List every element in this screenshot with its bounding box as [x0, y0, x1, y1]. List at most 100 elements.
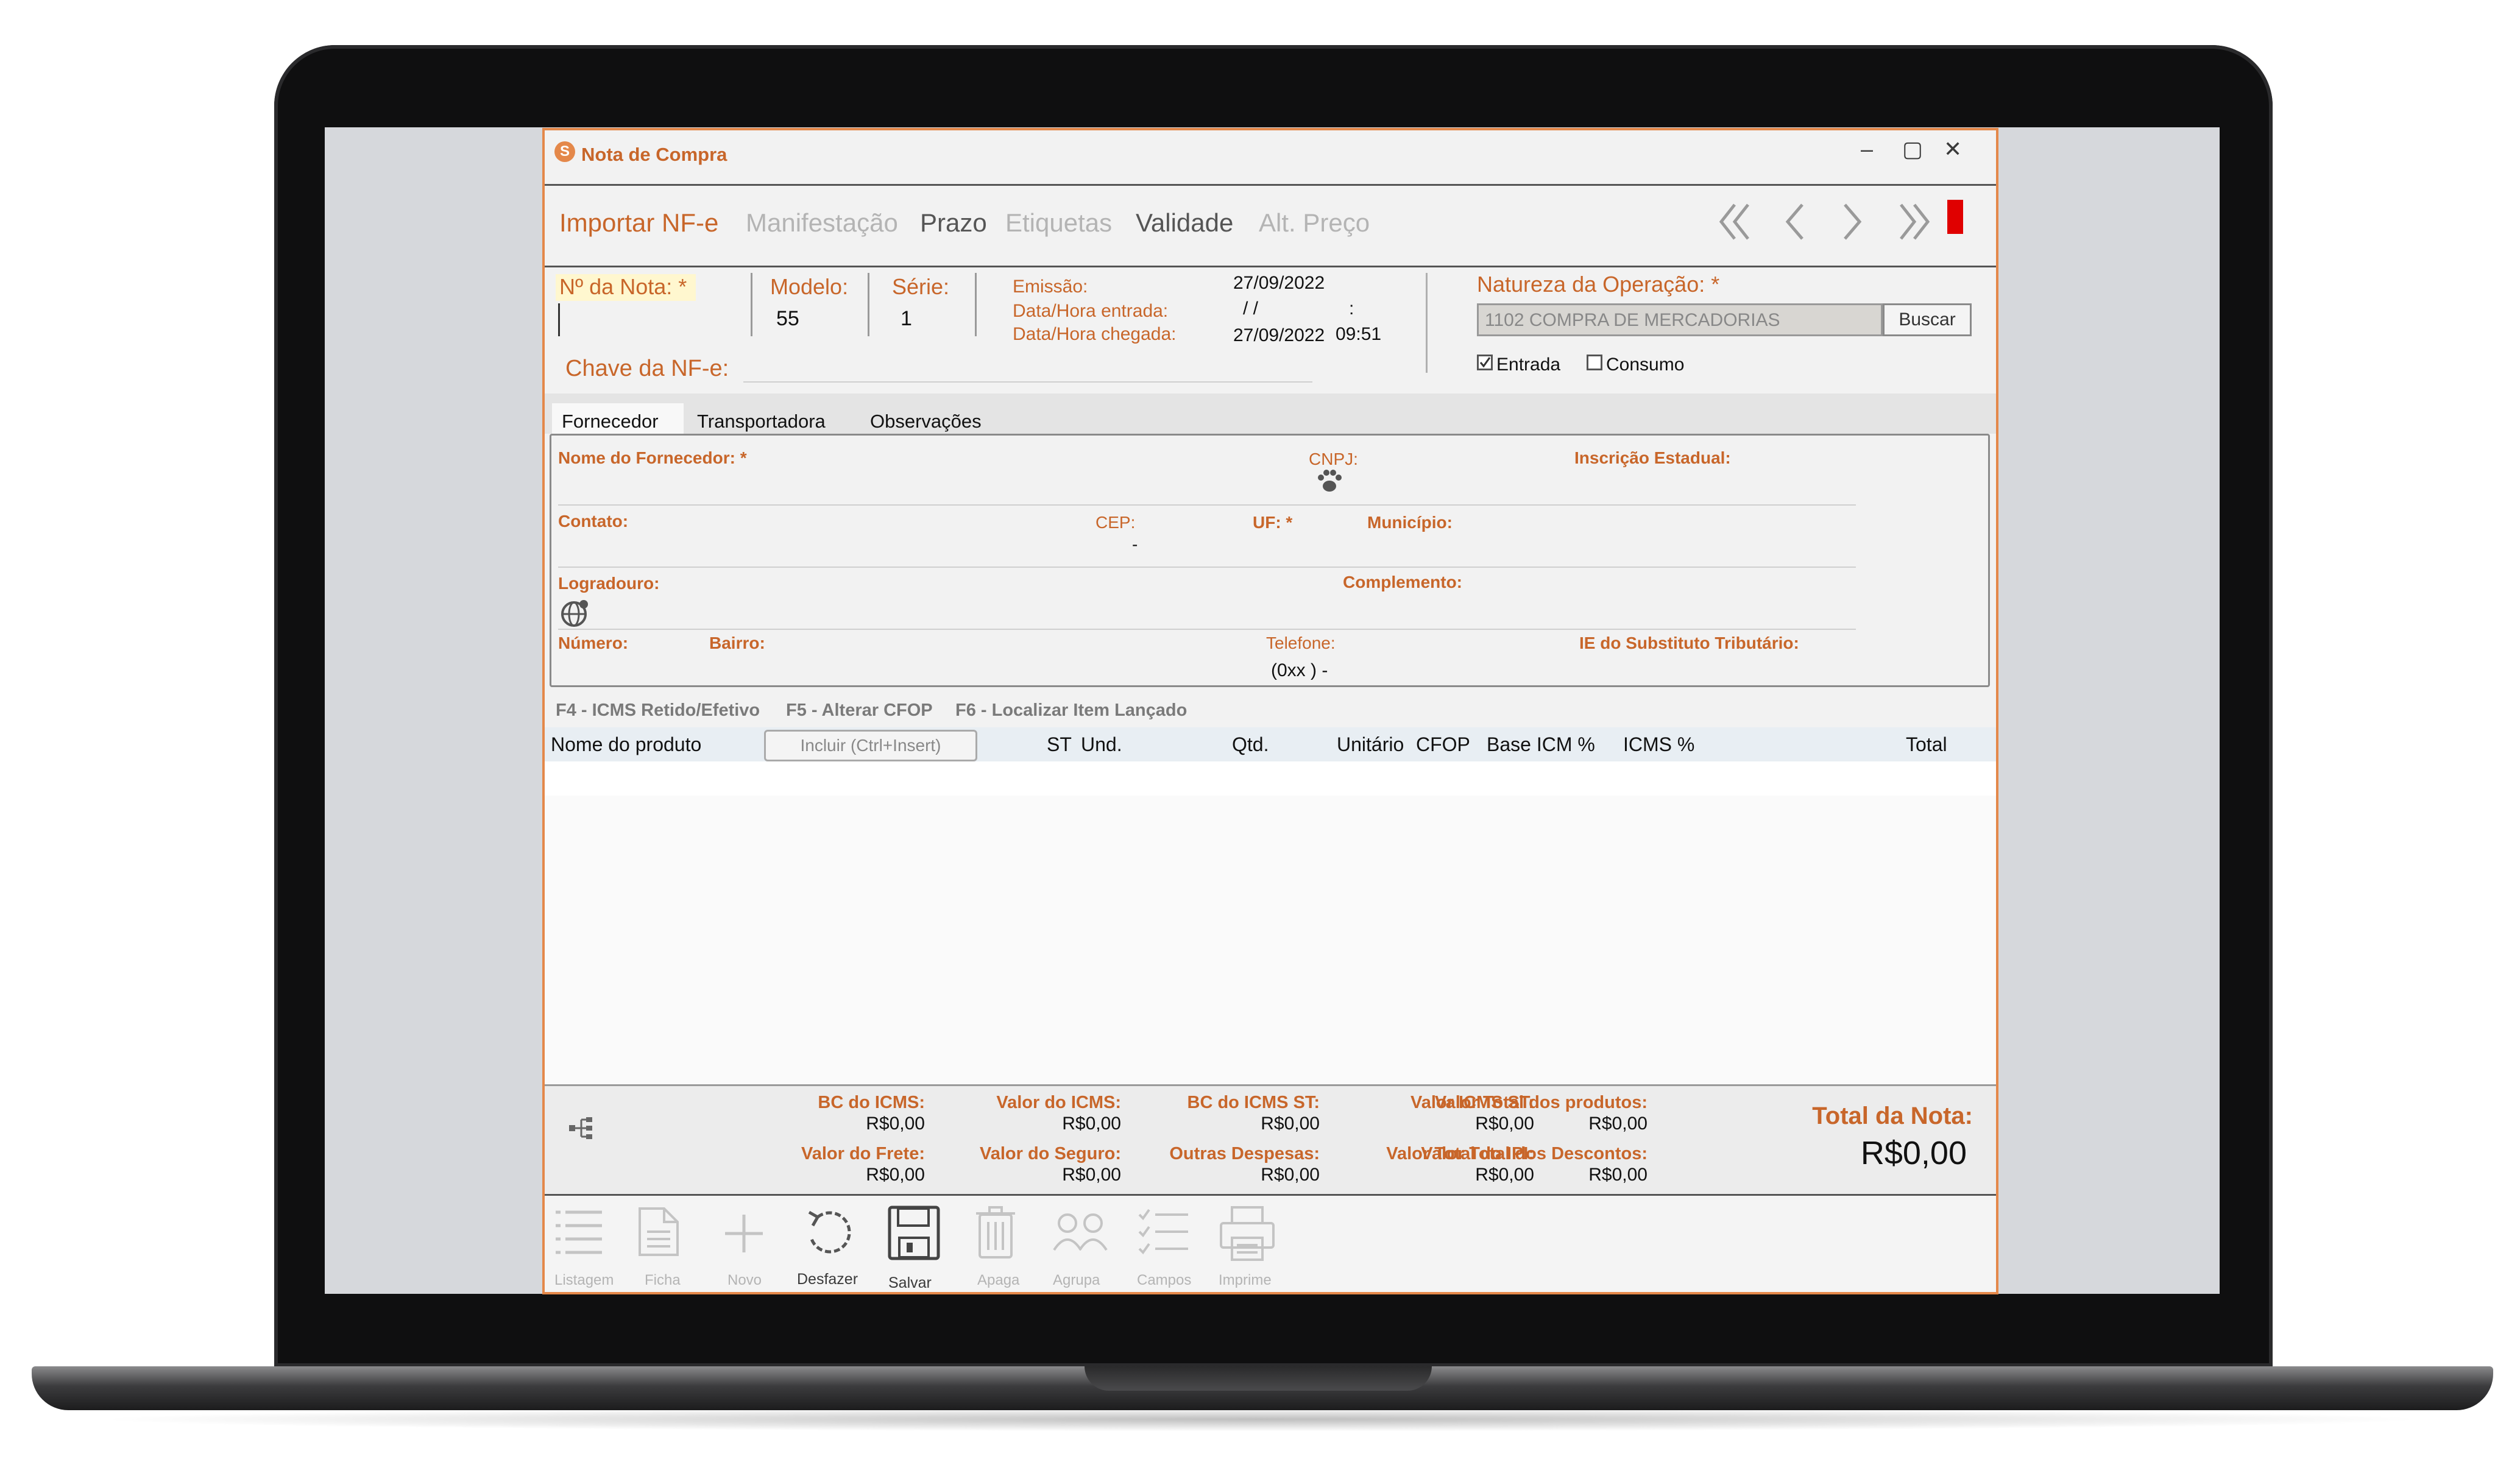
descontos-label: Valor Total dos Descontos: — [1421, 1144, 1648, 1163]
uf-label: UF: * — [1253, 513, 1293, 532]
maximize-icon[interactable]: ▢ — [1902, 136, 1923, 162]
next-record-icon[interactable] — [1841, 202, 1866, 241]
emissao-input[interactable]: 27/09/2022 — [1233, 273, 1325, 294]
contato-label: Contato: — [558, 512, 629, 531]
nome-fornecedor-input[interactable] — [558, 504, 1856, 506]
listagem-button[interactable]: Listagem — [547, 1204, 614, 1289]
total-nota-value: R$0,00 — [1860, 1135, 1967, 1171]
contato-input[interactable] — [558, 567, 1856, 568]
paw-icon[interactable] — [1316, 469, 1343, 493]
last-record-icon[interactable] — [1897, 202, 1934, 241]
col-cfop: CFOP — [1416, 733, 1470, 755]
tab-transportadora[interactable]: Transportadora — [697, 411, 826, 432]
listagem-label: Listagem — [554, 1272, 614, 1288]
frete-value: R$0,00 — [866, 1165, 925, 1185]
telefone-input[interactable]: (0xx ) - — [1271, 660, 1328, 681]
tree-structure-icon[interactable] — [568, 1116, 595, 1140]
frete-label: Valor do Frete: — [801, 1144, 925, 1163]
prev-record-icon[interactable] — [1782, 202, 1806, 241]
ie-label: Inscrição Estadual: — [1574, 448, 1731, 467]
tab-fornecedor[interactable]: Fornecedor — [552, 403, 684, 434]
minimize-icon[interactable]: ‒ — [1861, 136, 1873, 162]
valor-icms-value: R$0,00 — [1062, 1114, 1121, 1134]
col-icms: ICMS % — [1623, 733, 1695, 755]
chegada-time-input[interactable]: 09:51 — [1336, 324, 1381, 345]
logradouro-label: Logradouro: — [558, 574, 660, 593]
valor-icms-label: Valor do ICMS: — [996, 1093, 1121, 1112]
col-total: Total — [1906, 733, 1947, 755]
globe-icon[interactable] — [561, 599, 591, 627]
items-table-body[interactable] — [545, 796, 1996, 1084]
chegada-date-input[interactable]: 27/09/2022 — [1233, 325, 1325, 346]
chave-nfe-input[interactable] — [743, 381, 1312, 383]
toolbar-etiquetas[interactable]: Etiquetas — [1005, 208, 1112, 238]
tab-observacoes[interactable]: Observações — [870, 411, 982, 432]
desfazer-button[interactable]: Desfazer — [793, 1204, 860, 1289]
col-qtd: Qtd. — [1232, 733, 1269, 755]
separator — [1426, 273, 1428, 373]
divider — [545, 184, 1996, 186]
entrada-date-input[interactable]: / / — [1243, 298, 1258, 319]
municipio-label: Município: — [1367, 513, 1453, 532]
document-icon — [639, 1207, 679, 1256]
novo-label: Novo — [727, 1272, 762, 1288]
numero-nota-label: Nº da Nota: * — [559, 274, 687, 299]
items-table-header — [545, 727, 1996, 761]
ficha-button[interactable]: Ficha — [628, 1204, 688, 1289]
col-nome-produto: Nome do produto — [551, 733, 702, 755]
check-icon — [1479, 357, 1491, 368]
list-icon — [556, 1210, 602, 1254]
bairro-label: Bairro: — [709, 634, 765, 652]
nome-fornecedor-label: Nome do Fornecedor: * — [558, 448, 747, 467]
cep-input[interactable]: - — [1132, 535, 1138, 554]
items-new-row[interactable] — [545, 761, 1996, 797]
checklist-icon — [1138, 1209, 1188, 1255]
bc-icms-st-value: R$0,00 — [1261, 1114, 1320, 1134]
laptop-notch — [1085, 1366, 1432, 1391]
apaga-button[interactable]: Apaga — [964, 1204, 1025, 1289]
salvar-button[interactable]: Salvar — [879, 1204, 946, 1291]
modelo-input[interactable]: 55 — [776, 307, 799, 331]
plus-icon — [725, 1215, 763, 1252]
col-st: ST — [1047, 733, 1072, 755]
novo-button[interactable]: Novo — [709, 1204, 770, 1289]
ie-st-label: IE do Substituto Tributário: — [1579, 634, 1799, 652]
cnpj-label: CNPJ: — [1309, 450, 1358, 468]
shortcut-f4: F4 - ICMS Retido/Efetivo — [556, 701, 760, 720]
toolbar-manifestacao[interactable]: Manifestação — [746, 208, 898, 238]
logradouro-input[interactable] — [558, 629, 1856, 630]
buscar-button[interactable]: Buscar — [1883, 303, 1972, 336]
serie-input[interactable]: 1 — [901, 307, 912, 331]
status-flag — [1947, 200, 1963, 234]
title-bar: S Nota de Compra ‒ ▢ ✕ — [545, 130, 1996, 183]
imprime-button[interactable]: Imprime — [1210, 1204, 1277, 1289]
entrada-time-input[interactable]: : — [1349, 298, 1354, 319]
printer-icon — [1220, 1206, 1275, 1261]
agrupa-label: Agrupa — [1053, 1272, 1100, 1288]
shortcut-f5: F5 - Alterar CFOP — [786, 701, 933, 720]
toolbar-validade[interactable]: Validade — [1136, 208, 1233, 238]
entrada-checkbox[interactable] — [1477, 355, 1493, 370]
campos-button[interactable]: Campos — [1127, 1204, 1194, 1289]
window-title: Nota de Compra — [581, 144, 727, 165]
descontos-value: R$0,00 — [1588, 1165, 1648, 1185]
consumo-checkbox-label: Consumo — [1606, 355, 1685, 375]
seguro-value: R$0,00 — [1062, 1165, 1121, 1185]
campos-label: Campos — [1137, 1272, 1192, 1288]
separator — [751, 273, 752, 336]
ipi-value: R$0,00 — [1475, 1165, 1534, 1185]
incluir-button[interactable]: Incluir (Ctrl+Insert) — [764, 730, 977, 761]
bc-icms-label: BC do ICMS: — [818, 1093, 925, 1112]
first-record-icon[interactable] — [1718, 202, 1754, 241]
separator — [868, 273, 869, 336]
toolbar-prazo[interactable]: Prazo — [920, 208, 987, 238]
agrupa-button[interactable]: Agrupa — [1044, 1204, 1111, 1289]
consumo-checkbox[interactable] — [1587, 355, 1602, 370]
ficha-label: Ficha — [645, 1272, 681, 1288]
close-icon[interactable]: ✕ — [1944, 136, 1962, 162]
toolbar-alt-preco[interactable]: Alt. Preço — [1259, 208, 1370, 238]
natureza-input[interactable]: 1102 COMPRA DE MERCADORIAS — [1477, 303, 1883, 336]
tab-fornecedor-label: Fornecedor — [562, 411, 659, 432]
numero-nota-input[interactable] — [558, 303, 560, 336]
toolbar-importar-nfe[interactable]: Importar NF-e — [559, 208, 718, 238]
